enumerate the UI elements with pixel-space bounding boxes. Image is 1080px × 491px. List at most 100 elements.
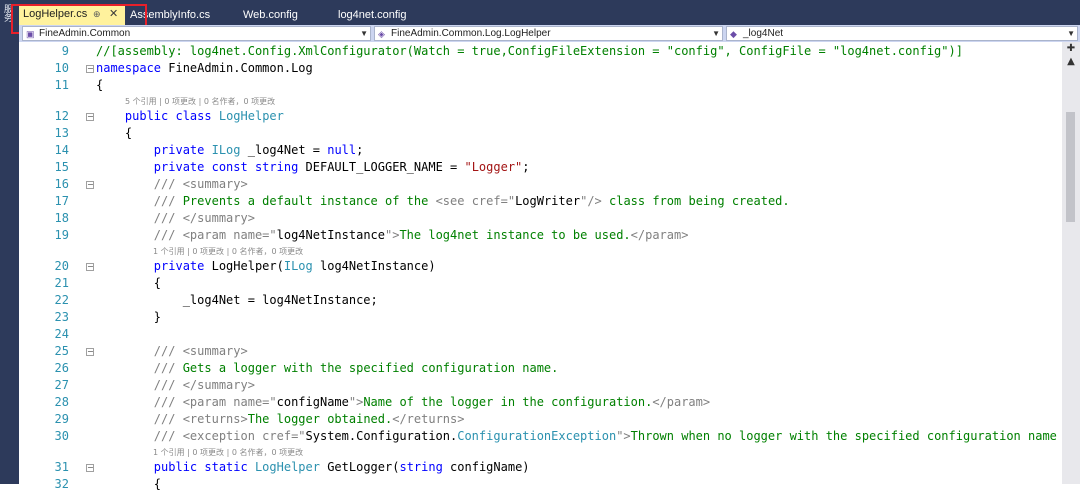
code-token: private <box>153 143 205 157</box>
code-line[interactable]: namespace FineAdmin.Common.Log <box>96 61 313 75</box>
code-token: { <box>96 78 104 92</box>
chevron-down-icon: ▼ <box>1067 29 1075 38</box>
line-number: 21 <box>54 276 69 290</box>
code-line[interactable]: /// </summary> <box>96 211 255 225</box>
code-token: null <box>327 143 357 157</box>
code-token: The logger obtained. <box>247 412 393 426</box>
code-token: </returns> <box>392 412 465 426</box>
code-line[interactable]: /// Gets a logger with the specified con… <box>96 361 559 375</box>
line-number: 12 <box>54 109 69 123</box>
code-token: Gets a logger with the specified configu… <box>182 361 559 375</box>
line-number: 30 <box>54 429 69 443</box>
code-token: ILog <box>211 143 241 157</box>
line-number: 22 <box>54 293 69 307</box>
code-token: configName <box>276 395 349 409</box>
code-line[interactable]: { <box>96 126 132 140</box>
code-line[interactable]: /// <summary> <box>96 344 248 358</box>
line-number: 10 <box>54 61 69 75</box>
code-token: Prevents a default instance of the <box>182 194 436 208</box>
type-dropdown-value: FineAdmin.Common.Log.LogHelper <box>391 28 551 39</box>
split-icon[interactable]: ✚ <box>1066 44 1076 54</box>
line-number: 32 <box>54 477 69 491</box>
code-token: { <box>96 477 162 491</box>
collapse-icon[interactable]: − <box>86 65 94 73</box>
vertical-scrollbar[interactable]: ✚ ▲ <box>1062 42 1080 484</box>
code-token: _log4Net = <box>240 143 328 157</box>
code-line[interactable]: /// </summary> <box>96 378 255 392</box>
navigation-bar: ▣ FineAdmin.Common ▼ ◈ FineAdmin.Common.… <box>19 25 1080 43</box>
tab-label: Web.config <box>243 9 298 21</box>
project-icon: ▣ <box>26 29 35 39</box>
code-token: log4NetInstance <box>276 228 385 242</box>
line-number: 13 <box>54 126 69 140</box>
code-token: /// <returns> <box>153 412 248 426</box>
collapse-icon[interactable]: − <box>86 348 94 356</box>
code-line[interactable]: { <box>96 276 161 290</box>
collapse-icon[interactable]: − <box>86 263 94 271</box>
line-number: 28 <box>54 395 69 409</box>
code-token: /// <box>153 361 183 375</box>
code-line[interactable]: private ILog _log4Net = null; <box>96 143 364 157</box>
chevron-down-icon: ▼ <box>360 29 368 38</box>
scrollbar-thumb[interactable] <box>1066 112 1075 222</box>
code-token: ; <box>522 160 530 174</box>
chevron-down-icon: ▼ <box>712 29 720 38</box>
codelens-annotation[interactable]: 5 个引用 | 0 项更改 | 0 名作者，0 项更改 <box>125 96 275 107</box>
line-number: 11 <box>54 78 69 92</box>
code-token: LogHelper( <box>204 259 284 273</box>
code-line[interactable]: //[assembly: log4net.Config.XmlConfigura… <box>96 44 963 58</box>
code-token: ILog <box>283 259 313 273</box>
code-token: /// <summary> <box>153 177 248 191</box>
code-line[interactable]: /// <param name="log4NetInstance">The lo… <box>96 228 689 242</box>
code-line[interactable]: _log4Net = log4NetInstance; <box>96 293 378 307</box>
code-line[interactable]: public static LogHelper GetLogger(string… <box>96 460 530 474</box>
code-token: The log4net instance to be used. <box>399 228 631 242</box>
line-number: 25 <box>54 344 69 358</box>
code-token: "/> <box>580 194 602 208</box>
code-line[interactable]: /// <returns>The logger obtained.</retur… <box>96 412 465 426</box>
code-token: private const string <box>153 160 299 174</box>
project-dropdown[interactable]: ▣ FineAdmin.Common ▼ <box>22 26 371 41</box>
code-line[interactable]: /// Prevents a default instance of the <… <box>96 194 790 208</box>
collapse-icon[interactable]: − <box>86 181 94 189</box>
code-token: /// </summary> <box>153 211 255 225</box>
line-number: 16 <box>54 177 69 191</box>
tab-web-config[interactable]: Web.config <box>239 5 327 25</box>
codelens-annotation[interactable]: 1 个引用 | 0 项更改 | 0 名作者，0 项更改 <box>153 246 303 257</box>
code-line[interactable]: /// <param name="configName">Name of the… <box>96 395 710 409</box>
code-token: /// <param name=" <box>153 395 277 409</box>
type-dropdown[interactable]: ◈ FineAdmin.Common.Log.LogHelper ▼ <box>374 26 723 41</box>
codelens-annotation[interactable]: 1 个引用 | 0 项更改 | 0 名作者，0 项更改 <box>153 447 303 458</box>
code-token: /// <exception cref=" <box>153 429 306 443</box>
code-token: /// <param name=" <box>153 228 277 242</box>
document-tab-bar: LogHelper.cs ⊕ ✕ AssemblyInfo.cs Web.con… <box>19 0 1080 25</box>
line-number: 31 <box>54 460 69 474</box>
code-line[interactable]: } <box>96 310 161 324</box>
code-line[interactable]: { <box>96 78 103 92</box>
line-number: 18 <box>54 211 69 225</box>
line-number: 19 <box>54 228 69 242</box>
code-line[interactable]: { <box>96 477 161 491</box>
member-dropdown[interactable]: ◆ _log4Net ▼ <box>726 26 1078 41</box>
line-number: 17 <box>54 194 69 208</box>
collapse-icon[interactable]: − <box>86 113 94 121</box>
tab-log4net-config[interactable]: log4net.config <box>334 5 434 25</box>
line-number: 15 <box>54 160 69 174</box>
code-line[interactable]: /// <summary> <box>96 177 248 191</box>
code-line[interactable]: private LogHelper(ILog log4NetInstance) <box>96 259 436 273</box>
code-line[interactable]: public class LogHelper <box>96 109 284 123</box>
code-token: /// </summary> <box>153 378 255 392</box>
project-dropdown-value: FineAdmin.Common <box>39 28 131 39</box>
collapse-icon[interactable]: − <box>86 464 94 472</box>
scroll-up-icon[interactable]: ▲ <box>1066 57 1076 67</box>
code-line[interactable]: private const string DEFAULT_LOGGER_NAME… <box>96 160 530 174</box>
code-line[interactable]: /// <exception cref="System.Configuratio… <box>96 429 1080 443</box>
